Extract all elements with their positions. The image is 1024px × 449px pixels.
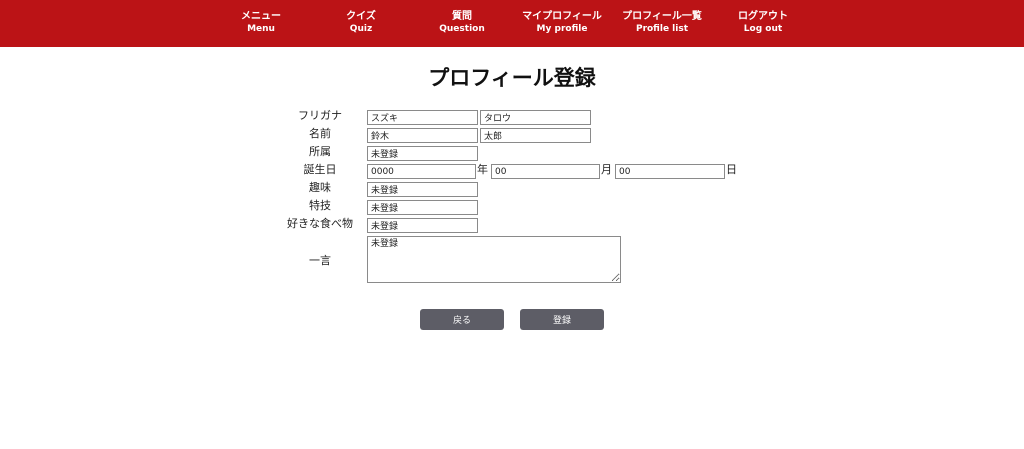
day-unit: 日 bbox=[726, 163, 737, 176]
nav-item-log-out[interactable]: ログアウト Log out bbox=[708, 10, 818, 36]
favorite-food-label: 好きな食べ物 bbox=[287, 217, 353, 230]
nav-label-en: Log out bbox=[743, 24, 783, 34]
furigana-first-input[interactable] bbox=[480, 110, 591, 125]
birth-year-input[interactable] bbox=[367, 164, 476, 179]
skill-input[interactable] bbox=[367, 200, 478, 215]
nav-item-question[interactable]: 質問 Question bbox=[407, 10, 517, 36]
nav-item-quiz[interactable]: クイズ Quiz bbox=[306, 10, 416, 36]
birthday-label: 誕生日 bbox=[303, 163, 337, 176]
nav-label-en: My profile bbox=[536, 24, 588, 34]
nav-label-jp: マイプロフィール bbox=[522, 11, 602, 22]
nav-item-menu[interactable]: メニュー Menu bbox=[206, 10, 316, 36]
page-title: プロフィール登録 bbox=[428, 66, 596, 90]
nav-label-en: Quiz bbox=[349, 24, 373, 34]
year-unit: 年 bbox=[477, 163, 488, 176]
affiliation-input[interactable] bbox=[367, 146, 478, 161]
nav-item-my-profile[interactable]: マイプロフィール My profile bbox=[507, 10, 617, 36]
hobby-label: 趣味 bbox=[309, 181, 331, 194]
nav-label-en: Menu bbox=[247, 24, 275, 34]
top-nav-bar: メニュー Menu クイズ Quiz 質問 Question マイプロフィール … bbox=[0, 0, 1024, 47]
name-label: 名前 bbox=[309, 127, 331, 140]
nav-label-jp: メニュー bbox=[241, 11, 281, 22]
nav-label-jp: クイズ bbox=[346, 11, 376, 22]
nav-label-jp: 質問 bbox=[452, 11, 472, 22]
nav-item-profile-list[interactable]: プロフィール一覧 Profile list bbox=[607, 10, 717, 36]
comment-label: 一言 bbox=[309, 254, 331, 267]
favorite-food-input[interactable] bbox=[367, 218, 478, 233]
affiliation-label: 所属 bbox=[309, 145, 331, 158]
nav-label-jp: ログアウト bbox=[738, 11, 788, 22]
back-button[interactable]: 戻る bbox=[420, 309, 504, 330]
furigana-last-input[interactable] bbox=[367, 110, 478, 125]
nav-label-jp: プロフィール一覧 bbox=[622, 11, 702, 22]
birth-day-input[interactable] bbox=[615, 164, 725, 179]
nav-label-en: Profile list bbox=[635, 24, 689, 34]
month-unit: 月 bbox=[601, 163, 612, 176]
skill-label: 特技 bbox=[309, 199, 331, 212]
register-button[interactable]: 登録 bbox=[520, 309, 604, 330]
hobby-input[interactable] bbox=[367, 182, 478, 197]
name-last-input[interactable] bbox=[367, 128, 478, 143]
nav-label-en: Question bbox=[439, 24, 485, 34]
furigana-label: フリガナ bbox=[298, 109, 342, 122]
birth-month-input[interactable] bbox=[491, 164, 600, 179]
name-first-input[interactable] bbox=[480, 128, 591, 143]
comment-textarea[interactable]: 未登録 bbox=[367, 236, 621, 283]
